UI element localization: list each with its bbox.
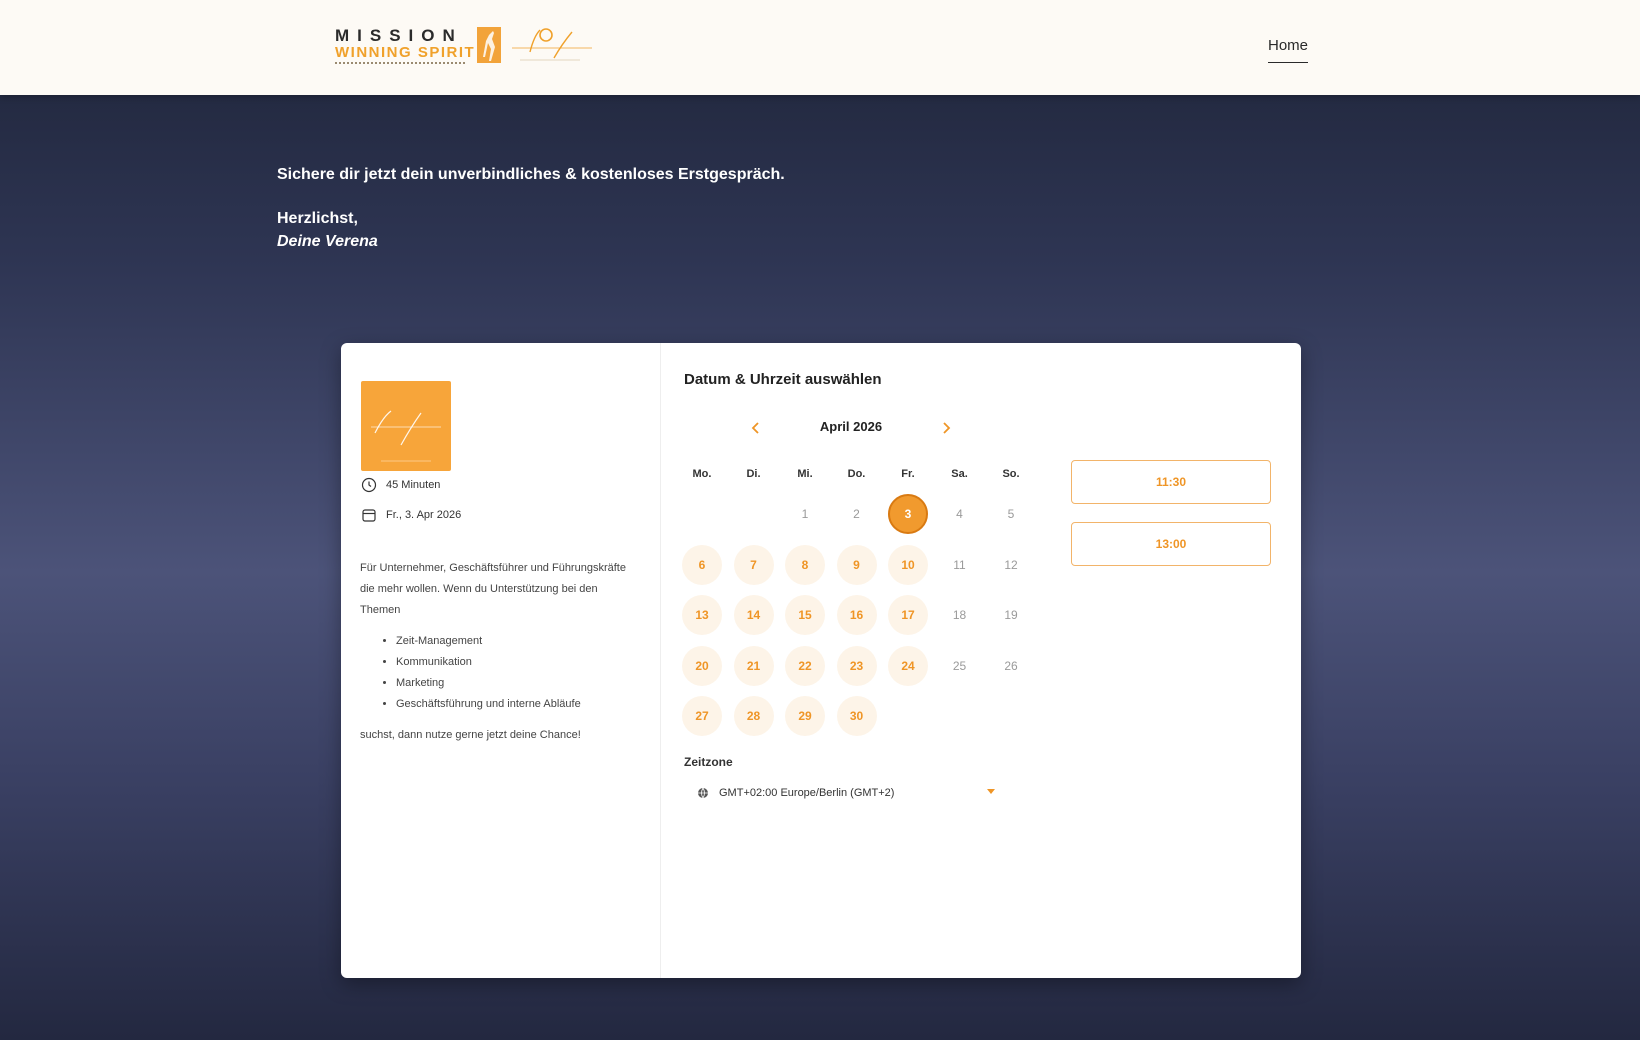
calendar-day[interactable]: 29 xyxy=(785,696,825,736)
date-text: Fr., 3. Apr 2026 xyxy=(386,509,462,521)
duration-text: 45 Minuten xyxy=(386,479,441,491)
topic-item: Zeit-Management xyxy=(396,631,630,652)
calendar-day: 11 xyxy=(953,557,966,572)
time-slot-button[interactable]: 11:30 xyxy=(1071,460,1271,504)
topic-item: Marketing xyxy=(396,673,630,694)
timezone-label: Zeitzone xyxy=(684,755,733,769)
calendar-day[interactable]: 21 xyxy=(733,645,774,686)
logo-tagline xyxy=(335,62,465,65)
calendar-day-selected[interactable]: 3 xyxy=(888,494,928,534)
topic-item: Kommunikation xyxy=(396,652,630,673)
timezone-select[interactable]: GMT+02:00 Europe/Berlin (GMT+2) xyxy=(697,783,997,803)
event-image xyxy=(361,381,451,471)
weekday-header: Mo. xyxy=(692,468,712,480)
weekday-header: Fr. xyxy=(901,468,915,480)
globe-icon xyxy=(698,787,708,799)
calendar-day[interactable]: 28 xyxy=(733,696,774,736)
logo-figure-icon xyxy=(477,27,501,63)
intro-greeting: Herzlichst, xyxy=(277,210,358,227)
calendar-day: 25 xyxy=(952,658,967,673)
calendar-day[interactable]: 15 xyxy=(785,595,825,635)
calendar-day[interactable]: 8 xyxy=(785,544,825,585)
description-outro: suchst, dann nutze gerne jetzt deine Cha… xyxy=(360,729,581,741)
site-header: MISSION WINNING SPIRIT Home xyxy=(0,0,1640,95)
weekday-header: Sa. xyxy=(951,468,968,480)
clock-icon xyxy=(361,477,377,493)
weekday-header: Mi. xyxy=(797,468,813,480)
month-navigation: April 2026 xyxy=(746,418,956,438)
weekday-header: Do. xyxy=(847,468,866,480)
weekday-header: So. xyxy=(1002,468,1020,480)
calendar-day[interactable]: 20 xyxy=(682,645,722,686)
logo-signature xyxy=(510,24,595,66)
description-intro: Für Unternehmer, Geschäftsführer und Füh… xyxy=(360,562,626,616)
calendar-day: 19 xyxy=(1004,608,1018,622)
next-month-button[interactable] xyxy=(936,418,956,438)
event-description: Für Unternehmer, Geschäftsführer und Füh… xyxy=(360,558,630,746)
calendar-day: 12 xyxy=(1004,557,1018,572)
chevron-right-icon xyxy=(943,422,951,434)
panel-divider xyxy=(660,343,661,978)
calendar-day[interactable]: 22 xyxy=(785,645,825,686)
calendar-day[interactable]: 24 xyxy=(888,645,928,686)
calendar-day: 18 xyxy=(952,608,967,622)
topics-list: Zeit-Management Kommunikation Marketing … xyxy=(396,631,630,715)
dropdown-caret-icon xyxy=(987,789,995,794)
timezone-value: GMT+02:00 Europe/Berlin (GMT+2) xyxy=(719,787,895,799)
calendar-day: 26 xyxy=(1004,658,1018,673)
calendar-day[interactable]: 7 xyxy=(733,544,774,585)
time-slot-button[interactable]: 13:00 xyxy=(1071,522,1271,566)
calendar-day: 5 xyxy=(1007,507,1015,521)
intro-section: Sichere dir jetzt dein unverbindliches &… xyxy=(277,166,785,251)
calendar-day[interactable]: 30 xyxy=(836,696,877,736)
calendar-day: 1 xyxy=(801,507,809,521)
calendar-day[interactable]: 9 xyxy=(836,544,877,585)
logo-text-winning-spirit: WINNING SPIRIT xyxy=(335,44,476,61)
booking-widget: 45 Minuten Fr., 3. Apr 2026 Für Unterneh… xyxy=(341,343,1301,978)
intro-signature: Deine Verena xyxy=(277,233,378,250)
calendar-day[interactable]: 10 xyxy=(888,544,928,585)
calendar-day[interactable]: 23 xyxy=(836,645,877,686)
nav-home-link[interactable]: Home xyxy=(1268,37,1309,63)
calendar-day[interactable]: 14 xyxy=(733,595,774,635)
calendar-day: 4 xyxy=(956,507,963,521)
calendar-day[interactable]: 17 xyxy=(888,595,928,635)
intro-heading: Sichere dir jetzt dein unverbindliches &… xyxy=(277,166,785,183)
calendar-day[interactable]: 27 xyxy=(682,696,722,736)
brand-logo[interactable]: MISSION WINNING SPIRIT xyxy=(335,24,595,69)
weekday-header: Di. xyxy=(746,468,761,480)
scheduler-title: Datum & Uhrzeit auswählen xyxy=(684,371,882,388)
calendar-icon xyxy=(362,509,376,522)
logo-text-mission: MISSION xyxy=(335,26,463,45)
calendar-day[interactable]: 16 xyxy=(836,595,877,635)
calendar-day[interactable]: 6 xyxy=(682,544,722,585)
event-duration: 45 Minuten xyxy=(361,477,440,493)
topic-item: Geschäftsführung und interne Abläufe xyxy=(396,694,630,715)
event-date: Fr., 3. Apr 2026 xyxy=(361,507,461,523)
month-label: April 2026 xyxy=(819,419,883,434)
calendar-day[interactable]: 13 xyxy=(682,595,722,635)
calendar-day: 2 xyxy=(853,507,860,521)
